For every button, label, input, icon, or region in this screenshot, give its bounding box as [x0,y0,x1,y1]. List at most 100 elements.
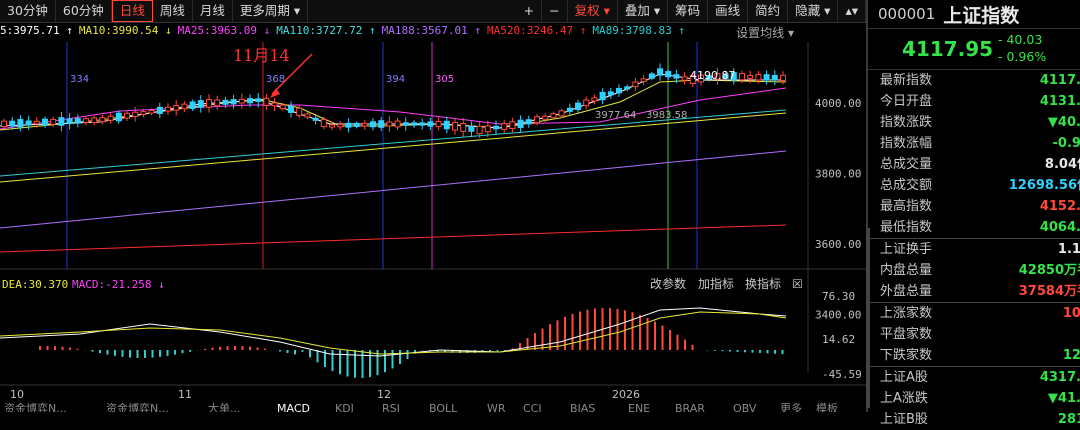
indicator-tab: WR [487,402,506,412]
quote-value: -0.96 [1052,136,1080,151]
toolbar-button[interactable]: 叠加 ▾ [618,0,669,22]
candle-body [370,121,376,128]
toolbar-button[interactable]: 画线 [708,0,749,22]
candle-body [320,119,327,128]
period-tab[interactable]: 30分钟 [0,0,56,22]
quote-row: 上证B股 281. [868,409,1080,430]
candle-body [673,74,680,79]
quote-row: 最低指数 4064.7 [868,217,1080,238]
candle-body [296,107,303,116]
candle-body [509,121,516,129]
candle-body [542,115,549,120]
candle-body [452,122,458,131]
toolbar-button[interactable]: 筹码 [668,0,709,22]
quote-value: 4064.7 [1039,220,1080,235]
candle-body [238,98,245,104]
ma-settings-button[interactable]: 设置均线 ▾ [736,24,794,41]
candle-body [607,91,614,96]
quote-label: 指数涨跌 [880,115,933,130]
price-change-pct: - 0.96% [998,49,1047,64]
toolbar-button[interactable]: ▴▾ [838,0,866,22]
indicator-tab: RSI [382,402,400,412]
quote-value: 1.15 [1057,242,1080,257]
candle-body [640,78,647,83]
candle-body [148,109,155,114]
candle-body [361,122,368,127]
indicator-tab: KDJ [335,402,354,412]
quote-row: 总成交量 8.04亿 [868,154,1080,175]
candle-body [173,104,180,111]
scrollbar[interactable] [866,228,870,408]
toolbar-button[interactable]: + [517,0,543,22]
candle-body [476,125,483,135]
candle-body [329,124,335,128]
candle-body [739,73,745,81]
candle-body [353,122,360,127]
high-price-tag: 4190.87 [690,69,736,82]
candle-body [189,101,196,109]
candle-body [525,119,532,125]
candle-body [58,117,65,126]
candle-body [345,122,352,128]
stock-name: 上证指数 [943,4,1020,27]
toolbar-button[interactable]: 隐藏 ▾ [788,0,839,22]
toolbar-button[interactable]: 复权 ▾ [568,0,618,22]
period-tab[interactable]: 60分钟 [56,0,112,22]
period-tab[interactable]: 月线 [193,0,233,22]
quote-row: 下跌家数 121 [868,345,1080,366]
quote-row: 指数涨跌 ▼40.0 [868,112,1080,133]
quote-row: 指数涨幅 -0.96 [868,133,1080,154]
quote-label: 今日开盘 [880,94,933,109]
period-tab[interactable]: 更多周期 ▾ [233,0,309,22]
candle-body [558,110,565,117]
ma-legend-item: MA188:3567.01 ↑ [381,24,481,37]
candle-body [304,113,311,118]
period-tab[interactable]: 日线 [111,0,153,22]
quote-value: 4117.9 [1039,73,1080,88]
quote-row: 内盘总量 42850万手 [868,260,1080,281]
candle-body [575,102,581,111]
toolbar-button[interactable]: 简约 [748,0,789,22]
candle-body [288,105,294,113]
quote-row: 平盘家数5 [868,324,1080,345]
candle-body [534,116,540,124]
price-axis-label: 3800.00 [815,168,861,181]
dea-line [0,311,787,355]
stock-code: 000001 [878,5,936,23]
candle-body [83,118,89,123]
candle-body [550,113,557,119]
quote-label: 最低指数 [880,220,933,235]
macd-button: 换指标 [745,276,781,291]
period-toolbar: 30分钟 60分钟 日线 周线 月线 更多周期 ▾ + − 复权 ▾ 叠加 ▾ 筹码 画线 简约 隐藏 ▾… [0,0,866,23]
candle-body [255,98,262,102]
candle-body [50,118,57,125]
date-axis-label: 10 [10,388,24,401]
quote-label: 总成交量 [880,157,933,172]
candle-body [443,120,450,130]
quote-value: 37584万手 [1018,284,1080,299]
kline-chart[interactable]: 4000.003800.003600.003400.00334 368 394 305… [0,42,866,412]
candle-body [42,118,48,126]
candle-body [411,122,417,126]
candle-body [132,111,139,118]
macd-axis-label: -45.59 [822,368,862,381]
candle-body [566,107,573,112]
price-tag: 3977.64 [595,110,636,121]
candle-body [115,112,122,122]
date-axis-label: 12 [377,388,391,401]
candle-body [681,76,688,81]
toolbar-button[interactable]: − [542,0,568,22]
candle-body [165,106,171,112]
candle-body [197,100,204,108]
quote-label: 平盘家数 [880,327,933,342]
candle-body [9,120,16,127]
quote-value: 12698.56亿 [1008,178,1080,193]
candle-body [33,120,40,125]
quote-row: 最新指数 4117.9 [868,70,1080,91]
period-tab[interactable]: 周线 [153,0,193,22]
quote-row: 上证换手 1.15 [868,238,1080,260]
candle-body [591,97,598,102]
candle-body [222,99,229,105]
candle-body [386,121,393,127]
candle-body [263,97,270,107]
